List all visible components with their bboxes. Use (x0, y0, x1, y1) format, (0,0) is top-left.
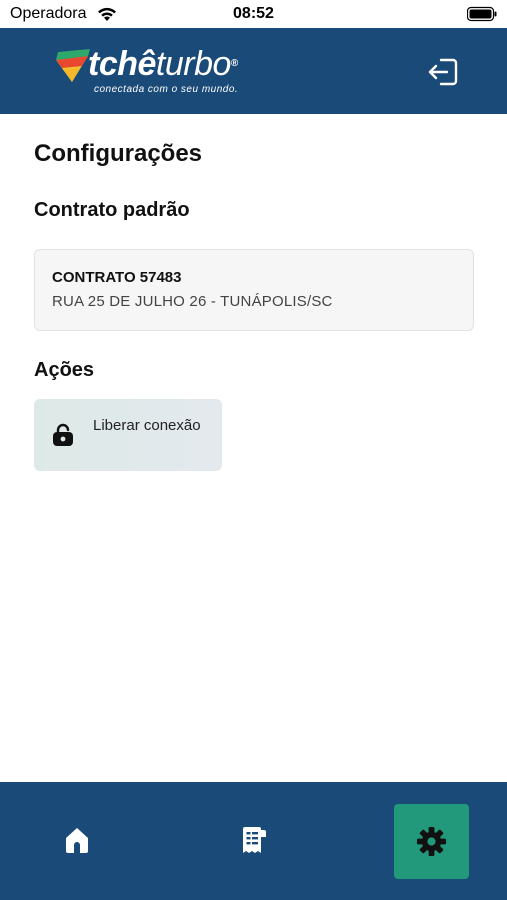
battery-icon (466, 6, 497, 22)
bottom-navigation (0, 782, 507, 900)
logout-icon (428, 58, 458, 86)
logo-mark-icon (56, 49, 90, 82)
default-contract-card[interactable]: CONTRATO 57483 RUA 25 DE JULHO 26 - TUNÁ… (34, 249, 474, 331)
invoice-icon (243, 827, 266, 853)
logo-registered-mark: ® (230, 58, 238, 69)
logo-tagline: conectada com o seu mundo. (94, 84, 239, 95)
release-connection-button[interactable]: Liberar conexão (34, 399, 222, 471)
logo-text-light: turbo (155, 45, 232, 83)
logout-button[interactable] (427, 57, 459, 87)
default-contract-heading: Contrato padrão (34, 199, 190, 221)
page-title: Configurações (34, 140, 203, 167)
logo-text: tchêturbo® (88, 44, 238, 84)
home-icon (66, 828, 88, 853)
release-connection-label: Liberar conexão (93, 417, 201, 434)
tcheturbo-logo: tchêturbo® conectada com o seu mundo. (52, 44, 262, 100)
status-bar: Operadora 08:52 (0, 0, 507, 28)
contract-address: RUA 25 DE JULHO 26 - TUNÁPOLIS/SC (52, 293, 333, 310)
gear-icon (416, 826, 447, 857)
app-header: tchêturbo® conectada com o seu mundo. (0, 28, 507, 114)
actions-heading: Ações (34, 359, 95, 381)
status-time: 08:52 (233, 5, 274, 22)
unlock-icon (53, 423, 73, 446)
nav-invoices-tab[interactable] (233, 820, 275, 862)
nav-settings-tab[interactable] (394, 804, 469, 879)
contract-name: CONTRATO 57483 (52, 269, 182, 286)
logo-text-bold: tchê (88, 45, 156, 83)
nav-home-tab[interactable] (56, 820, 98, 862)
